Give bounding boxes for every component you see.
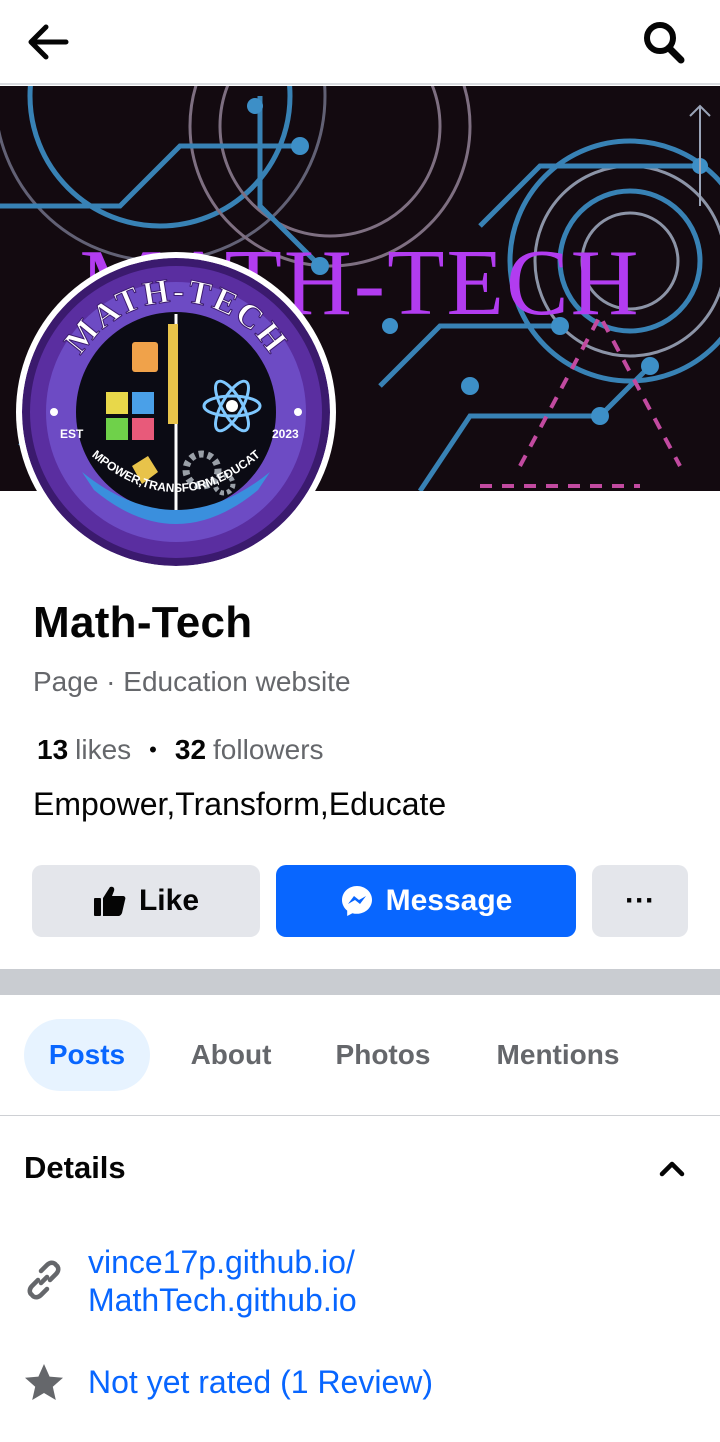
like-label: Like bbox=[138, 884, 200, 917]
like-button[interactable]: Like bbox=[32, 865, 260, 937]
profile-picture: MATH-TECH EST 2023 EMPOWER,TRANSFORM,EDU… bbox=[22, 258, 330, 566]
more-options-icon: ··· bbox=[625, 884, 655, 917]
details-heading: Details bbox=[24, 1150, 126, 1185]
tab-photos[interactable]: Photos bbox=[318, 1019, 448, 1091]
collapse-details-button[interactable] bbox=[650, 1148, 694, 1188]
likes-count: 13 bbox=[37, 734, 69, 765]
website-link[interactable]: vince17p.github.io/ MathTech.github.io bbox=[88, 1243, 357, 1319]
search-button[interactable] bbox=[636, 16, 692, 68]
page-title: Math-Tech bbox=[33, 598, 253, 647]
message-button[interactable]: Message bbox=[276, 865, 576, 937]
tab-mentions[interactable]: Mentions bbox=[476, 1019, 640, 1091]
page-tagline: Empower,Transform,Educate bbox=[33, 786, 447, 822]
section-divider bbox=[0, 969, 720, 995]
search-icon bbox=[644, 22, 685, 64]
website-link-line2: MathTech.github.io bbox=[88, 1282, 357, 1318]
avatar-est-text: EST bbox=[60, 427, 84, 441]
top-bar bbox=[0, 0, 720, 85]
message-label: Message bbox=[385, 884, 513, 917]
followers-label[interactable]: followers bbox=[213, 734, 323, 766]
link-icon bbox=[22, 1258, 66, 1302]
page-category: Page · Education website bbox=[33, 666, 351, 697]
profile-picture-frame[interactable]: MATH-TECH EST 2023 EMPOWER,TRANSFORM,EDU… bbox=[16, 252, 336, 572]
stats-separator: • bbox=[149, 737, 157, 762]
rating-link[interactable]: Not yet rated (1 Review) bbox=[88, 1364, 433, 1401]
page-stats: 13 likes • 32 followers bbox=[37, 734, 324, 766]
tab-posts[interactable]: Posts bbox=[24, 1019, 150, 1091]
website-link-line1: vince17p.github.io/ bbox=[88, 1244, 355, 1280]
chevron-up-icon bbox=[659, 1161, 685, 1177]
tab-about[interactable]: About bbox=[172, 1019, 290, 1091]
followers-count: 32 bbox=[174, 734, 207, 765]
likes-label[interactable]: likes bbox=[75, 734, 131, 766]
thumbs-up-icon bbox=[93, 886, 126, 916]
profile-tabs: Posts About Photos Mentions bbox=[0, 995, 720, 1116]
avatar-year-text: 2023 bbox=[272, 427, 299, 441]
star-icon bbox=[22, 1362, 66, 1404]
more-options-button[interactable]: ··· bbox=[592, 865, 688, 937]
arrow-left-icon bbox=[28, 24, 69, 60]
back-button[interactable] bbox=[22, 18, 74, 66]
messenger-icon bbox=[341, 886, 372, 916]
